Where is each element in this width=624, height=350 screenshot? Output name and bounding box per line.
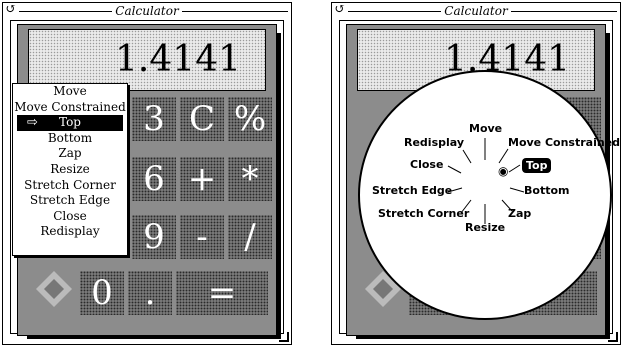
calculator-logo-icon [32, 267, 76, 311]
key-percent[interactable]: % [228, 97, 272, 141]
pie-item-resize[interactable]: Resize [465, 221, 505, 234]
pie-item-stretch-edge[interactable]: Stretch Edge [372, 184, 452, 197]
menu-item-top[interactable]: ⇨ Top [17, 115, 123, 131]
calculator-display: 1.4141 [28, 29, 266, 91]
resize-icon[interactable] [608, 332, 618, 342]
title-bar[interactable]: Calculator ↺ [3, 3, 291, 20]
title-bar[interactable]: Calculator ↺ [332, 3, 620, 20]
pie-item-move[interactable]: Move [469, 122, 502, 135]
window-title: Calculator [332, 4, 620, 18]
menu-item-redisplay[interactable]: Redisplay [13, 224, 127, 240]
menu-item-stretch-corner[interactable]: Stretch Corner [13, 178, 127, 194]
menu-item-stretch-edge[interactable]: Stretch Edge [13, 193, 127, 209]
key-9[interactable]: 9 [132, 215, 176, 259]
close-icon[interactable]: ↺ [334, 3, 346, 16]
pie-menu[interactable]: Move Move Constrained Top Bottom Zap Res… [358, 70, 620, 320]
menu-item-zap[interactable]: Zap [13, 146, 127, 162]
pie-item-close[interactable]: Close [410, 158, 443, 171]
key-equals[interactable]: = [176, 271, 268, 315]
display-value: 1.4141 [115, 39, 241, 80]
window-menu[interactable]: Move Move Constrained ⇨ Top Bottom Zap R… [12, 83, 128, 256]
key-divide[interactable]: / [228, 215, 272, 259]
pointer-arrow-icon: ⇨ [27, 115, 38, 131]
menu-item-resize[interactable]: Resize [13, 162, 127, 178]
menu-item-bottom[interactable]: Bottom [13, 131, 127, 147]
pie-item-stretch-corner[interactable]: Stretch Corner [378, 207, 469, 220]
key-3[interactable]: 3 [132, 97, 176, 141]
calculator-window-left[interactable]: Calculator ↺ 1.4141 3 C % 6 + * 9 - / 0 … [2, 2, 292, 345]
key-clear[interactable]: C [180, 97, 224, 141]
key-plus[interactable]: + [180, 157, 224, 201]
key-6[interactable]: 6 [132, 157, 176, 201]
key-decimal[interactable]: . [128, 271, 172, 315]
cursor-icon: ◉ [498, 164, 509, 178]
menu-item-top-label: Top [59, 115, 81, 130]
pie-item-top[interactable]: Top [522, 158, 552, 173]
pie-item-move-constrained[interactable]: Move Constrained [508, 136, 620, 149]
pie-item-bottom[interactable]: Bottom [524, 184, 569, 197]
close-icon[interactable]: ↺ [5, 3, 17, 16]
key-0[interactable]: 0 [80, 271, 124, 315]
resize-icon[interactable] [279, 332, 289, 342]
key-multiply[interactable]: * [228, 157, 272, 201]
pie-item-zap[interactable]: Zap [508, 207, 531, 220]
key-minus[interactable]: - [180, 215, 224, 259]
menu-item-close[interactable]: Close [13, 209, 127, 225]
menu-item-move-constrained[interactable]: Move Constrained [13, 100, 127, 116]
pie-item-redisplay[interactable]: Redisplay [404, 136, 464, 149]
menu-item-move[interactable]: Move [13, 84, 127, 100]
window-title: Calculator [3, 4, 291, 18]
